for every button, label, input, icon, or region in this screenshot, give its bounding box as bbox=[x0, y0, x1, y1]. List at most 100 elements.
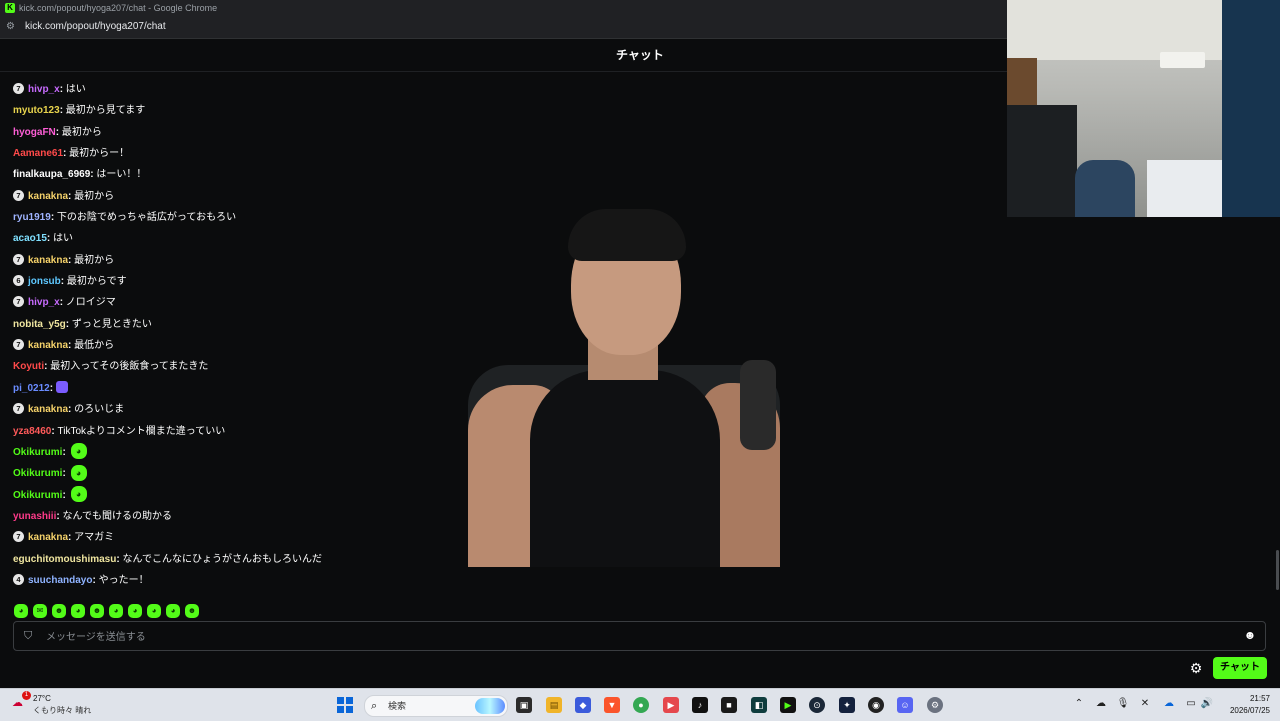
task-view-icon[interactable]: ▣ bbox=[516, 697, 532, 713]
chat-username[interactable]: myuto123 bbox=[13, 105, 60, 116]
subscriber-badge-icon[interactable]: 7 bbox=[13, 189, 24, 201]
ghost-emote-icon: ◕ bbox=[70, 443, 87, 460]
chat-username[interactable]: kanakna bbox=[28, 532, 68, 543]
chat-username[interactable]: hyogaFN bbox=[13, 127, 56, 138]
chat-username[interactable]: kanakna bbox=[28, 255, 68, 266]
search-label: 検索 bbox=[388, 701, 407, 711]
emote-8[interactable]: ◕ bbox=[147, 604, 161, 618]
emote-1[interactable]: ◕ bbox=[14, 604, 28, 618]
chat-username[interactable]: Okikurumi bbox=[13, 490, 62, 501]
subscriber-badge-icon[interactable]: 7 bbox=[13, 296, 24, 308]
chat-message: finalkaupa_6969: はーい！！ bbox=[13, 169, 147, 181]
chat-username[interactable]: kanakna bbox=[28, 340, 68, 351]
emote-2[interactable]: ✉ bbox=[33, 604, 47, 618]
cloud-icon[interactable]: ☁ bbox=[1094, 697, 1108, 711]
ghost-emote-icon: ◕ bbox=[70, 485, 87, 502]
chat-username[interactable]: Okikurumi bbox=[13, 447, 62, 458]
emote-7[interactable]: ◕ bbox=[128, 604, 142, 618]
settings-app-icon[interactable]: ⚙ bbox=[927, 697, 943, 713]
address-bar[interactable]: ⚙ kick.com/popout/hyoga207/chat bbox=[0, 16, 1007, 39]
chat-username[interactable]: eguchitomoushimasu bbox=[13, 554, 116, 565]
app-icon-teal[interactable]: ◧ bbox=[751, 697, 767, 713]
chat-username[interactable]: Aamane61 bbox=[13, 148, 63, 159]
search-highlight-icon bbox=[475, 698, 505, 714]
subscriber-badge-icon[interactable]: 7 bbox=[13, 253, 24, 265]
chat-username[interactable]: Koyuti bbox=[13, 361, 44, 372]
chat-username[interactable]: hivp_x bbox=[28, 297, 60, 308]
browser-title-bar: K kick.com/popout/hyoga207/chat - Google… bbox=[0, 0, 1007, 16]
chat-username[interactable]: nobita_y5g bbox=[13, 319, 66, 330]
chat-username[interactable]: ryu1919 bbox=[13, 212, 51, 223]
send-chat-button[interactable]: チャット bbox=[1213, 657, 1267, 679]
app-icon-green[interactable]: ▶ bbox=[780, 697, 796, 713]
start-button-icon[interactable] bbox=[337, 697, 353, 713]
subscriber-badge-icon[interactable]: 7 bbox=[13, 338, 24, 350]
clock-time: 21:57 bbox=[1249, 694, 1270, 703]
chat-message-text: 下のお陰でめっちゃ話広がっておもろい bbox=[56, 212, 237, 224]
app-icon-red[interactable]: ▶ bbox=[663, 697, 679, 713]
chat-message: nobita_y5g: ずっと見ときたい bbox=[13, 318, 152, 330]
webcam-overlay bbox=[1007, 0, 1280, 217]
network-icon[interactable]: ▭ bbox=[1184, 697, 1198, 711]
emote-5[interactable]: ☻ bbox=[90, 604, 104, 618]
subscriber-badge-icon[interactable]: 7 bbox=[13, 82, 24, 94]
chat-username[interactable]: acao15 bbox=[13, 233, 47, 244]
chat-username[interactable]: jonsub bbox=[28, 276, 61, 287]
kick-logo-icon: K bbox=[5, 3, 15, 13]
chat-username[interactable]: kanakna bbox=[28, 404, 68, 415]
app-icon[interactable]: ◆ bbox=[575, 697, 591, 713]
close-icon[interactable]: ✕ bbox=[1138, 697, 1152, 711]
chat-message-text: TikTokよりコメント欄また違っていい bbox=[57, 425, 226, 437]
chevron-up-icon[interactable]: ⌃ bbox=[1072, 697, 1086, 711]
app-icon-navy[interactable]: ✦ bbox=[839, 697, 855, 713]
onedrive-icon[interactable]: ☁ bbox=[1162, 697, 1176, 711]
brave-browser-icon[interactable]: ▼ bbox=[604, 697, 620, 713]
chat-message-text: 最初からー！ bbox=[69, 148, 130, 160]
emote-10[interactable]: ☻ bbox=[185, 604, 199, 618]
discord-icon[interactable]: ☺ bbox=[897, 697, 913, 713]
site-info-icon[interactable]: ⚙ bbox=[6, 21, 18, 33]
taskbar-search[interactable]: ⌕ 検索 bbox=[364, 695, 508, 717]
chat-username[interactable]: hivp_x bbox=[28, 84, 60, 95]
chat-username[interactable]: pi_0212 bbox=[13, 383, 50, 394]
chat-username[interactable]: suuchandayo bbox=[28, 575, 92, 586]
weather-badge: 1 bbox=[22, 691, 31, 700]
app-icon-dark[interactable]: ■ bbox=[721, 697, 737, 713]
chat-message-text: やったー！ bbox=[98, 574, 149, 586]
chrome-icon[interactable]: ● bbox=[633, 697, 649, 713]
tiktok-icon[interactable]: ♪ bbox=[692, 697, 708, 713]
chat-message: Okikurumi: ◕ bbox=[0, 442, 560, 463]
settings-gear-icon[interactable]: ⚙ bbox=[1188, 660, 1204, 676]
file-explorer-icon[interactable]: ▤ bbox=[546, 697, 562, 713]
obs-icon[interactable]: ◉ bbox=[868, 697, 884, 713]
emote-3[interactable]: ☻ bbox=[52, 604, 66, 618]
chat-message-text: 最初からです bbox=[66, 276, 127, 288]
chat-message-text: なんでも聞けるの助かる bbox=[62, 510, 172, 522]
subscriber-badge-icon[interactable]: 4 bbox=[13, 573, 24, 585]
chat-input-box[interactable]: ⛉ ☻ bbox=[13, 621, 1266, 651]
chat-message: 7 kanakna: のろいじま bbox=[0, 399, 560, 420]
message-input[interactable] bbox=[44, 626, 1228, 648]
chat-message: 6 jonsub: 最初からです bbox=[0, 271, 560, 292]
weather-widget[interactable]: ☁ 1 27°C くもり時々 晴れ bbox=[12, 691, 102, 717]
chat-username[interactable]: yza8460 bbox=[13, 426, 51, 437]
clock[interactable]: 21:57 2026/07/25 bbox=[1210, 693, 1270, 717]
curtain bbox=[1222, 0, 1280, 217]
url-text[interactable]: kick.com/popout/hyoga207/chat bbox=[25, 16, 166, 38]
chat-username[interactable]: Okikurumi bbox=[13, 468, 62, 479]
chat-username[interactable]: yunashiii bbox=[13, 511, 56, 522]
emote-9[interactable]: ◕ bbox=[166, 604, 180, 618]
chat-username[interactable]: kanakna bbox=[28, 191, 68, 202]
emote-4[interactable]: ◕ bbox=[71, 604, 85, 618]
emote-6[interactable]: ◕ bbox=[109, 604, 123, 618]
emoji-picker-icon[interactable]: ☻ bbox=[1243, 628, 1257, 642]
chat-username[interactable]: finalkaupa_6969 bbox=[13, 169, 90, 180]
scrollbar[interactable] bbox=[1276, 550, 1279, 590]
subscriber-badge-icon[interactable]: 7 bbox=[13, 403, 24, 415]
subscriber-badge-icon[interactable]: 7 bbox=[13, 531, 24, 543]
subscriber-badge-icon[interactable]: 6 bbox=[13, 274, 24, 286]
steam-icon[interactable]: ⊙ bbox=[809, 697, 825, 713]
microphone-icon[interactable]: 🎙 bbox=[1116, 697, 1130, 711]
chat-message: myuto123: 最初から見てます bbox=[13, 105, 146, 117]
chat-message: 7 kanakna: 最初から bbox=[0, 250, 560, 271]
